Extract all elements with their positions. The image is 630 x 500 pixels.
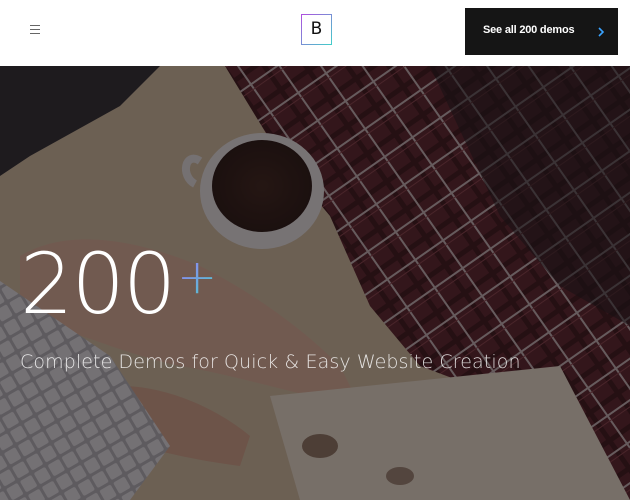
hero-section: 200 + Complete Demos for Quick & Easy We… [0,66,630,500]
hero-plus-sign: + [177,249,218,305]
see-all-demos-button[interactable]: See all 200 demos [465,8,618,55]
site-header: B See all 200 demos [0,0,630,66]
hero-big-number: 200 [20,235,176,333]
hamburger-menu-icon[interactable] [30,25,40,34]
cta-label: See all 200 demos [483,24,575,36]
logo-letter: B [310,19,323,39]
logo[interactable]: B [301,14,332,45]
hero-subtitle: Complete Demos for Quick & Easy Website … [20,351,521,373]
chevron-right-icon [598,27,605,37]
